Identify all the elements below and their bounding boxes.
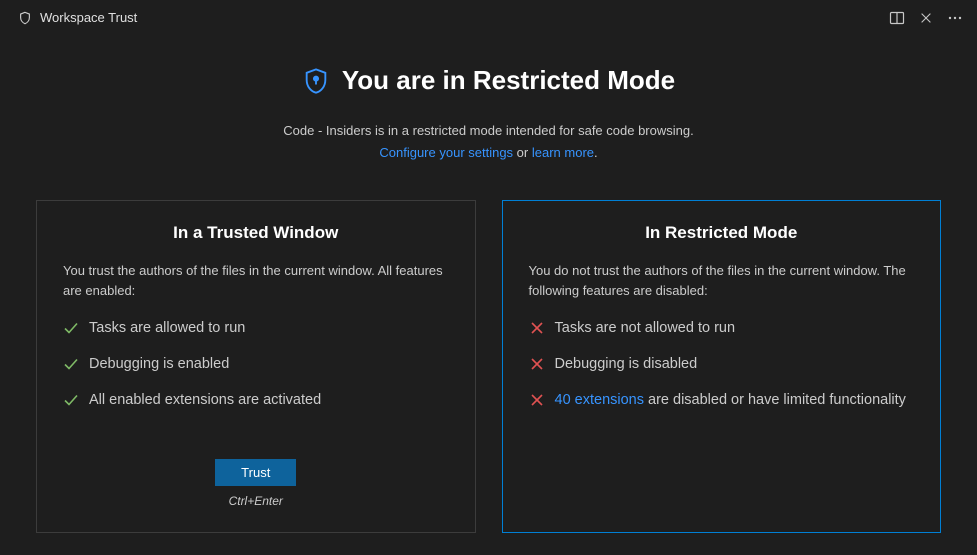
tab-workspace-trust[interactable]: Workspace Trust: [8, 0, 147, 35]
split-editor-icon[interactable]: [889, 10, 905, 26]
list-item: 40 extensions are disabled or have limit…: [529, 390, 915, 412]
check-icon: [63, 392, 79, 408]
panel-trusted-title: In a Trusted Window: [63, 223, 449, 243]
trust-shortcut: Ctrl+Enter: [63, 494, 449, 508]
panel-restricted: In Restricted Mode You do not trust the …: [502, 200, 942, 533]
link-extensions[interactable]: 40 extensions: [555, 392, 644, 408]
list-item: Tasks are not allowed to run: [529, 318, 915, 340]
tab-label: Workspace Trust: [40, 10, 137, 25]
x-icon: [529, 356, 545, 372]
close-icon[interactable]: [919, 11, 933, 25]
list-item: Debugging is enabled: [63, 354, 449, 376]
shield-icon: [18, 11, 32, 25]
panel-trusted-desc: You trust the authors of the files in th…: [63, 261, 449, 300]
list-item: Debugging is disabled: [529, 354, 915, 376]
panel-trusted: In a Trusted Window You trust the author…: [36, 200, 476, 533]
trust-button[interactable]: Trust: [215, 459, 296, 486]
more-actions-icon[interactable]: [947, 10, 963, 26]
link-learn-more[interactable]: learn more: [532, 145, 594, 160]
check-icon: [63, 320, 79, 336]
panel-restricted-desc: You do not trust the authors of the file…: [529, 261, 915, 300]
x-icon: [529, 392, 545, 408]
list-item: All enabled extensions are activated: [63, 390, 449, 412]
page-title: You are in Restricted Mode: [342, 65, 675, 96]
page-subtitle: Code - Insiders is in a restricted mode …: [36, 120, 941, 164]
link-configure-settings[interactable]: Configure your settings: [379, 145, 513, 160]
x-icon: [529, 320, 545, 336]
shield-icon: [302, 67, 330, 95]
list-item: Tasks are allowed to run: [63, 318, 449, 340]
panel-restricted-title: In Restricted Mode: [529, 223, 915, 243]
check-icon: [63, 356, 79, 372]
